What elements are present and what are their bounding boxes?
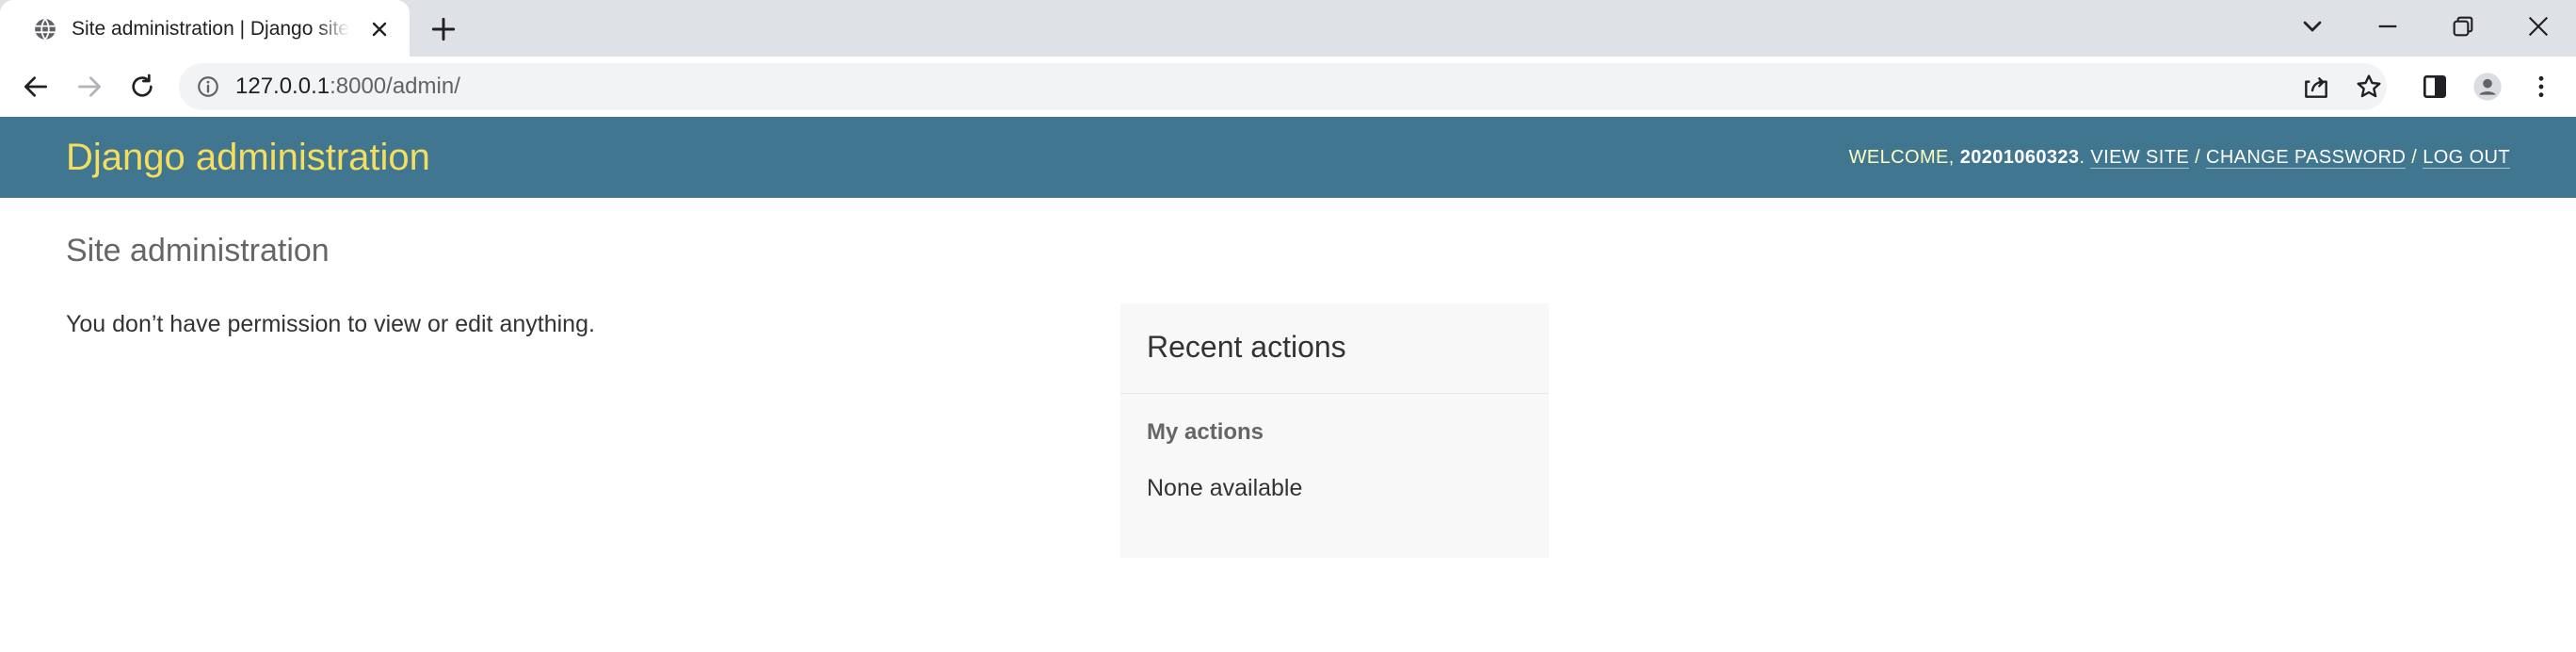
address-bar[interactable]: 127.0.0.1:8000/admin/ xyxy=(179,63,2387,110)
view-site-link[interactable]: VIEW SITE xyxy=(2090,147,2190,169)
forward-arrow-icon[interactable] xyxy=(74,72,105,102)
tab-search-icon[interactable] xyxy=(2297,11,2327,41)
restore-icon[interactable] xyxy=(2448,11,2478,41)
page-title: Site administration xyxy=(66,233,330,269)
url-host: 127.0.0.1 xyxy=(235,73,330,99)
recent-actions-module: Recent actions My actions None available xyxy=(1120,303,1549,558)
welcome-suffix: . xyxy=(2079,147,2091,168)
site-branding[interactable]: Django administration xyxy=(66,134,430,181)
close-window-icon[interactable] xyxy=(2523,11,2553,41)
close-tab-icon[interactable] xyxy=(368,18,391,41)
new-tab-icon[interactable] xyxy=(428,14,459,44)
admin-header: Django administration WELCOME, 202010603… xyxy=(0,117,2576,198)
tab-title: Site administration | Django site admin xyxy=(72,18,349,40)
bookmark-star-icon[interactable] xyxy=(2354,72,2384,102)
site-info-icon[interactable] xyxy=(196,74,220,99)
divider xyxy=(1120,393,1549,394)
my-actions-heading: My actions xyxy=(1147,419,1264,445)
log-out-link[interactable]: LOG OUT xyxy=(2423,147,2510,169)
browser-toolbar: 127.0.0.1:8000/admin/ xyxy=(0,57,2576,117)
chrome-menu-icon[interactable] xyxy=(2526,72,2556,102)
recent-actions-heading: Recent actions xyxy=(1147,330,1346,364)
browser-tab-strip: Site administration | Django site admin xyxy=(0,0,2576,57)
globe-icon xyxy=(35,18,56,41)
side-panel-icon[interactable] xyxy=(2420,72,2450,102)
profile-avatar-icon[interactable] xyxy=(2472,72,2503,102)
separator: / xyxy=(2406,147,2423,168)
share-icon[interactable] xyxy=(2301,72,2331,102)
browser-tab-active[interactable]: Site administration | Django site admin xyxy=(0,0,410,57)
back-arrow-icon[interactable] xyxy=(21,72,51,102)
empty-actions-text: None available xyxy=(1147,475,1303,501)
separator: / xyxy=(2189,147,2206,168)
permission-message: You don’t have permission to view or edi… xyxy=(66,311,595,337)
reload-icon[interactable] xyxy=(127,72,157,102)
user-tools: WELCOME, 20201060323. VIEW SITE / CHANGE… xyxy=(1849,143,2510,171)
url-path: :8000/admin/ xyxy=(330,73,460,99)
username: 20201060323 xyxy=(1959,147,2080,168)
change-password-link[interactable]: CHANGE PASSWORD xyxy=(2205,147,2407,169)
url-text[interactable]: 127.0.0.1:8000/admin/ xyxy=(235,73,460,101)
minimize-icon[interactable] xyxy=(2373,11,2403,41)
welcome-text: WELCOME, xyxy=(1848,147,1960,168)
